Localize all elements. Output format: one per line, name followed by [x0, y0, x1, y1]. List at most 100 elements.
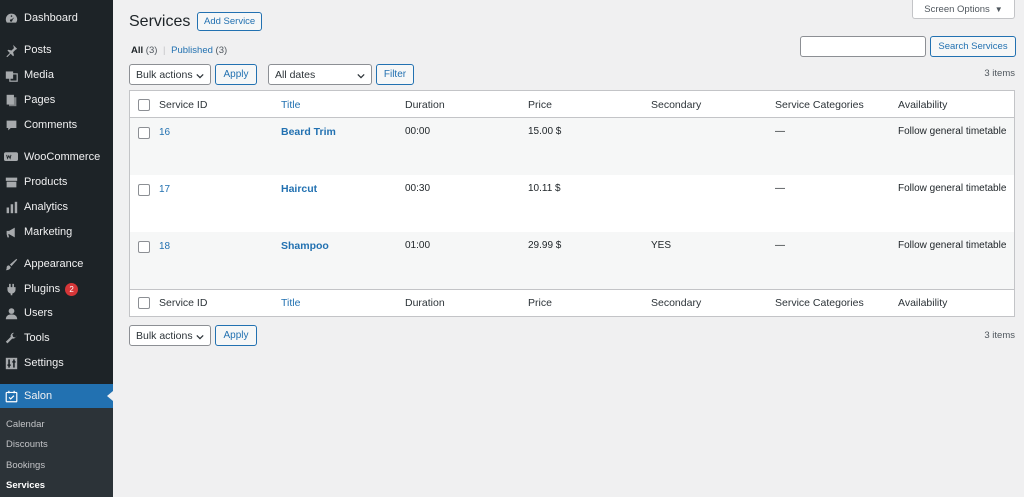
service-categories: —: [775, 240, 785, 251]
user-icon: [4, 306, 18, 320]
service-id-link[interactable]: 18: [159, 241, 170, 252]
submenu-item-discounts[interactable]: Discounts: [6, 439, 48, 450]
row-checkbox[interactable]: [138, 184, 150, 196]
wrench-icon: [4, 331, 18, 345]
bulk-actions-select-bottom[interactable]: Bulk actions: [129, 325, 211, 346]
sidebar-item-pages[interactable]: Pages: [0, 88, 113, 112]
sidebar-item-label: Analytics: [24, 201, 69, 213]
sidebar-item-settings[interactable]: Settings: [0, 351, 113, 375]
all-dates-value: All dates: [275, 68, 316, 81]
service-id-link[interactable]: 16: [159, 127, 170, 138]
table-footer: Service ID Title Duration Price Secondar…: [130, 289, 1014, 316]
woo-icon: [4, 150, 18, 164]
archive-icon: [4, 175, 18, 189]
column-header-availability: Availability: [898, 99, 948, 111]
sidebar-item-salon[interactable]: Salon: [0, 384, 113, 408]
services-table: Service ID Title Duration Price Secondar…: [129, 90, 1015, 317]
service-duration: 01:00: [405, 240, 431, 251]
bulk-actions-value: Bulk actions: [136, 329, 193, 342]
sidebar-item-dashboard[interactable]: Dashboard: [0, 6, 113, 30]
sidebar-item-products[interactable]: Products: [0, 170, 113, 194]
service-availability: Follow general timetable: [898, 183, 1007, 194]
sidebar-item-posts[interactable]: Posts: [0, 38, 113, 62]
sidebar-item-tools[interactable]: Tools: [0, 326, 113, 350]
service-title-link[interactable]: Haircut: [281, 183, 317, 195]
screen-options-button[interactable]: Screen Options ▼: [912, 0, 1015, 19]
sidebar-item-label: Appearance: [24, 258, 84, 270]
admin-sidebar: Dashboard Posts Media Pages Comments Woo…: [0, 0, 113, 497]
bar-chart-icon: [4, 200, 18, 214]
sidebar-item-media[interactable]: Media: [0, 63, 113, 87]
sidebar-item-label: WooCommerce: [24, 151, 101, 163]
sidebar-item-label: Tools: [24, 332, 50, 344]
service-price: 15.00 $: [528, 126, 562, 137]
apply-button-bottom[interactable]: Apply: [215, 325, 257, 346]
sidebar-item-label: Comments: [24, 119, 78, 131]
filter-published-count: (3): [215, 45, 228, 56]
screen-options-label: Screen Options: [924, 3, 990, 15]
column-header-service-id[interactable]: Service ID: [159, 99, 207, 111]
service-secondary: YES: [651, 240, 672, 251]
table-row: 17 Haircut 00:30 10.11 $ — Follow genera…: [130, 175, 1014, 232]
all-dates-select[interactable]: All dates: [268, 64, 372, 85]
comment-icon: [4, 118, 18, 132]
filter-published-link[interactable]: Published: [171, 45, 213, 56]
column-footer-title[interactable]: Title: [281, 297, 300, 309]
add-service-button[interactable]: Add Service: [197, 12, 263, 31]
apply-button-top[interactable]: Apply: [215, 64, 257, 85]
salon-submenu: Calendar Discounts Bookings Services: [0, 408, 113, 497]
sidebar-item-label: Users: [24, 307, 53, 319]
plug-icon: [4, 282, 18, 296]
column-header-price: Price: [528, 99, 552, 111]
sidebar-item-marketing[interactable]: Marketing: [0, 220, 113, 244]
row-checkbox[interactable]: [138, 241, 150, 253]
bulk-actions-select-top[interactable]: Bulk actions: [129, 64, 211, 85]
service-price: 29.99 $: [528, 240, 562, 251]
sidebar-item-woocommerce[interactable]: WooCommerce: [0, 145, 113, 169]
page-title: Services: [129, 13, 191, 30]
table-row: 16 Beard Trim 00:00 15.00 $ — Follow gen…: [130, 118, 1014, 175]
sidebar-item-label: Settings: [24, 357, 64, 369]
service-duration: 00:30: [405, 183, 431, 194]
sidebar-item-users[interactable]: Users: [0, 301, 113, 325]
pages-icon: [4, 93, 18, 107]
sidebar-item-analytics[interactable]: Analytics: [0, 195, 113, 219]
sidebar-item-comments[interactable]: Comments: [0, 113, 113, 137]
settings-icon: [4, 356, 18, 370]
plugins-update-badge: 2: [65, 282, 79, 296]
filter-all-link[interactable]: All: [131, 45, 143, 56]
filter-button[interactable]: Filter: [376, 64, 414, 85]
column-footer-service-id[interactable]: Service ID: [159, 297, 207, 309]
filter-separator: |: [163, 45, 166, 56]
items-count-bottom: 3 items: [984, 330, 1015, 341]
status-filter-links: All (3) | Published (3): [131, 45, 227, 56]
column-footer-secondary: Secondary: [651, 297, 702, 309]
brush-icon: [4, 257, 18, 271]
sidebar-item-label: Media: [24, 69, 54, 81]
column-header-secondary: Secondary: [651, 99, 702, 111]
chevron-down-icon: [196, 71, 204, 83]
service-availability: Follow general timetable: [898, 240, 1007, 251]
media-icon: [4, 68, 18, 82]
submenu-item-services[interactable]: Services: [6, 480, 45, 491]
service-title-link[interactable]: Beard Trim: [281, 126, 336, 138]
chevron-down-icon: [196, 332, 204, 344]
sidebar-item-plugins[interactable]: Plugins 2: [0, 277, 113, 301]
search-input[interactable]: [800, 36, 926, 57]
service-availability: Follow general timetable: [898, 126, 1007, 137]
sidebar-item-label: Posts: [24, 44, 52, 56]
column-footer-price: Price: [528, 297, 552, 309]
row-checkbox[interactable]: [138, 127, 150, 139]
service-title-link[interactable]: Shampoo: [281, 240, 329, 252]
megaphone-icon: [4, 225, 18, 239]
bulk-actions-value: Bulk actions: [136, 68, 193, 81]
column-header-title[interactable]: Title: [281, 99, 300, 111]
service-id-link[interactable]: 17: [159, 184, 170, 195]
search-services-button[interactable]: Search Services: [930, 36, 1016, 57]
sidebar-item-appearance[interactable]: Appearance: [0, 252, 113, 276]
column-footer-availability: Availability: [898, 297, 948, 309]
select-all-checkbox[interactable]: [138, 99, 150, 111]
submenu-item-bookings[interactable]: Bookings: [6, 460, 45, 471]
submenu-item-calendar[interactable]: Calendar: [6, 419, 45, 430]
select-all-checkbox-footer[interactable]: [138, 297, 150, 309]
